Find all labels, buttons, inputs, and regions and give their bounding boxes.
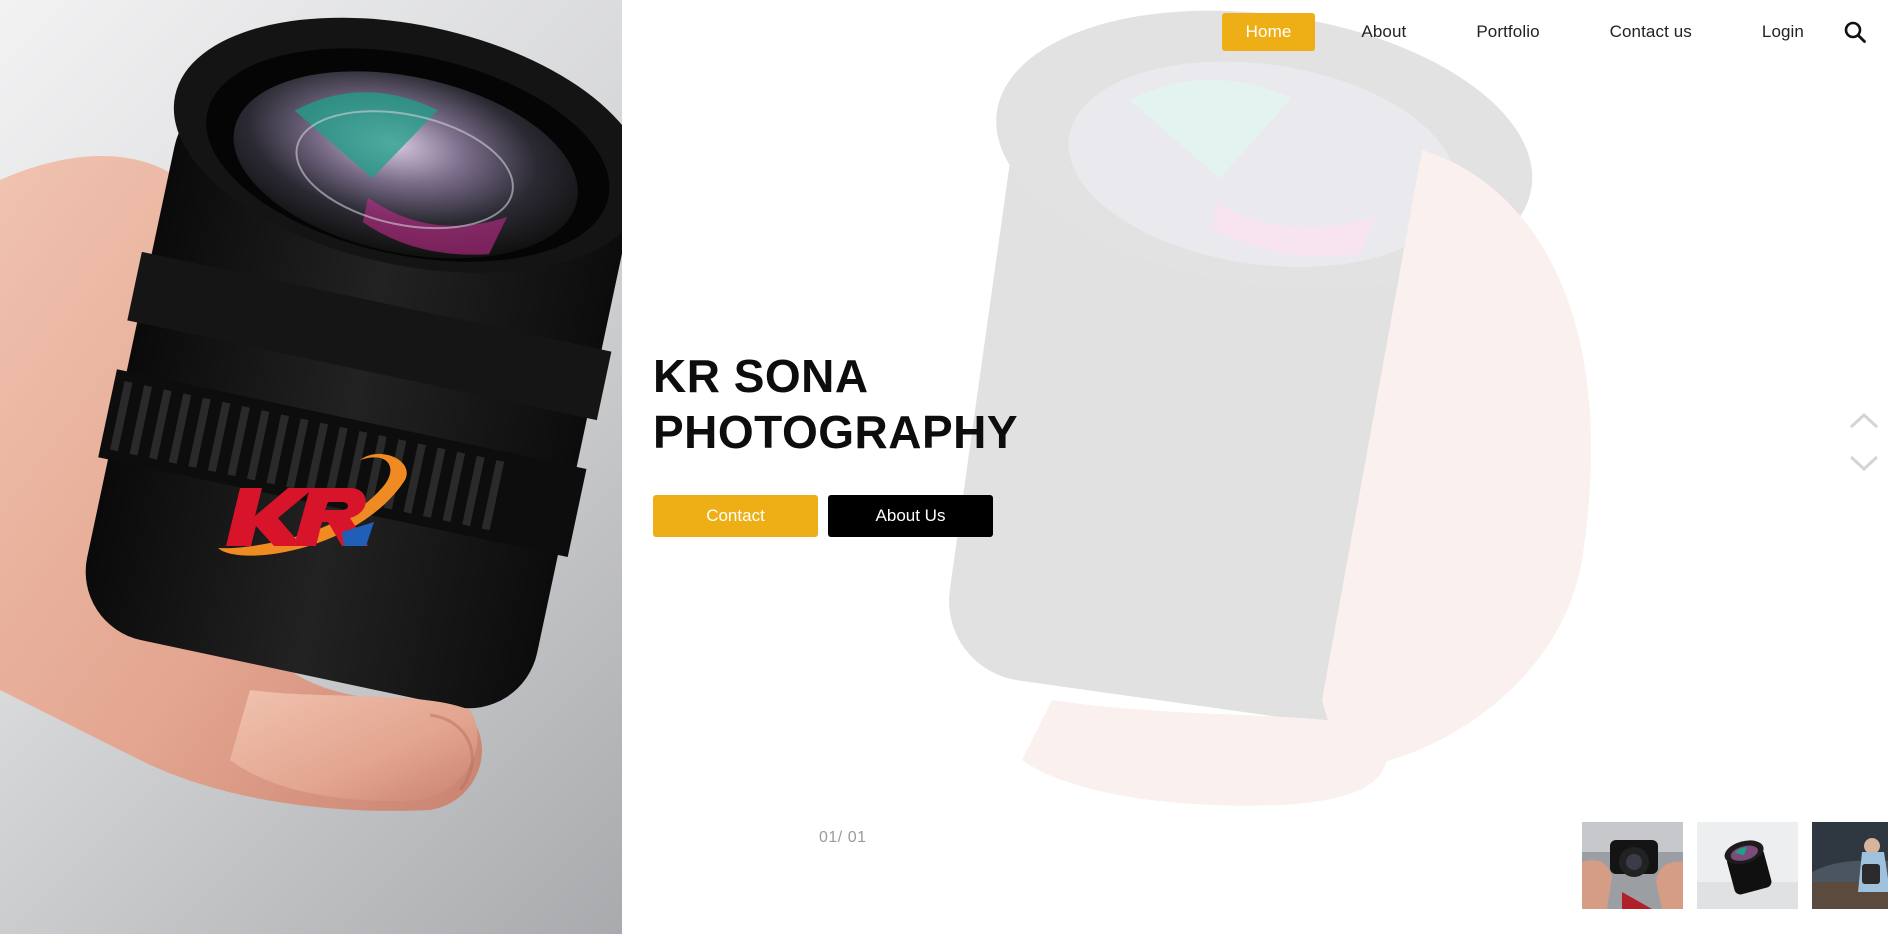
thumbnail-camera-in-hands[interactable] — [1582, 822, 1683, 909]
search-icon[interactable] — [1842, 19, 1868, 45]
hero-photo — [0, 0, 622, 934]
chevron-down-icon[interactable] — [1848, 452, 1880, 476]
contact-button[interactable]: Contact — [653, 495, 818, 537]
kr-logo[interactable] — [210, 450, 410, 565]
hero-title: KR SONA PHOTOGRAPHY — [653, 348, 1073, 460]
background-photo — [622, 0, 1888, 934]
nav-item-home[interactable]: Home — [1221, 13, 1316, 51]
nav-item-about[interactable]: About — [1337, 13, 1430, 51]
hero-buttons: Contact About Us — [653, 495, 993, 537]
hero-title-line2: PHOTOGRAPHY — [653, 406, 1019, 458]
hero-title-line1: KR SONA — [653, 350, 869, 402]
nav-item-contact-us[interactable]: Contact us — [1586, 13, 1716, 51]
page: Home About Portfolio Contact us Login KR… — [0, 0, 1888, 934]
thumbnail-strip — [1582, 822, 1888, 909]
thumbnail-lens-on-table[interactable] — [1697, 822, 1798, 909]
thumbnail-person-with-backpack[interactable] — [1812, 822, 1888, 909]
about-us-button[interactable]: About Us — [828, 495, 993, 537]
chevron-up-icon[interactable] — [1848, 408, 1880, 432]
nav-item-login[interactable]: Login — [1738, 13, 1828, 51]
slide-counter: 01/ 01 — [819, 829, 867, 846]
main-nav: Home About Portfolio Contact us Login — [1200, 12, 1888, 52]
nav-item-portfolio[interactable]: Portfolio — [1452, 13, 1563, 51]
